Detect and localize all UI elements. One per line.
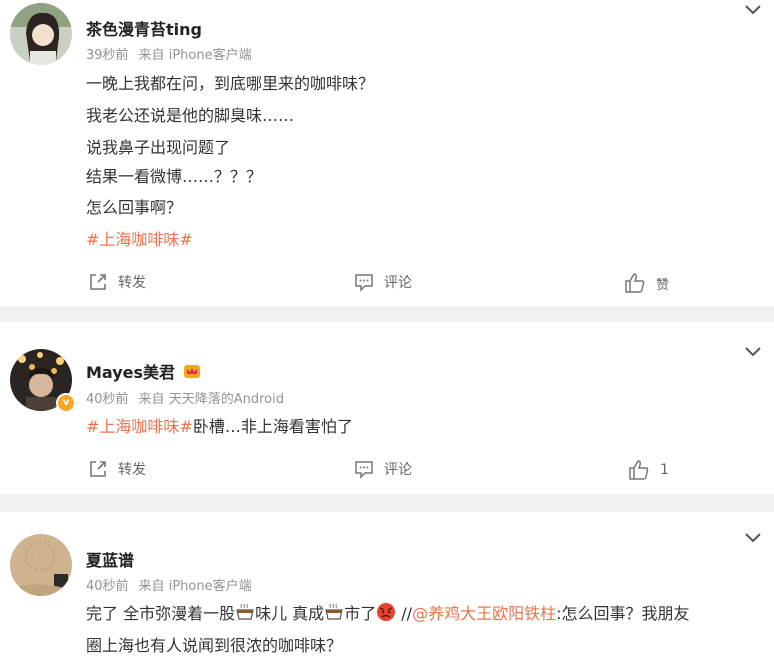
timestamp: 39秒前 [86, 48, 129, 63]
comment-label: 评论 [384, 462, 412, 478]
coffee-icon [236, 603, 254, 620]
comment-text-line: 我老公还说是他的脚臭味…… [86, 106, 295, 125]
comment-card: v Mayes美君 40秒前 来自 天天降落的Android #上海咖啡味#卧槽…… [0, 322, 774, 494]
comment-card: 茶色漫青苔ting 39秒前 来自 iPhone客户端 一晚上我都在问，到底哪里来… [0, 0, 774, 306]
forward-button[interactable]: 转发 [88, 459, 146, 479]
like-icon [629, 460, 649, 480]
comment-button[interactable]: 评论 [354, 459, 412, 479]
like-icon [625, 273, 645, 293]
angry-face-icon [377, 603, 396, 621]
verified-badge-icon: v [56, 393, 76, 413]
comment-text: 味儿 真成 [255, 604, 325, 623]
comment-text: 市了 [344, 604, 377, 623]
comment-meta: 40秒前 来自 天天降落的Android [86, 388, 284, 407]
username[interactable]: 茶色漫青苔ting [86, 16, 202, 40]
device-label: 天天降落的Android [168, 392, 284, 407]
comment-text-line: 结果一看微博……？？？ [86, 167, 263, 186]
comment-text-line: 完了 全市弥漫着一股 味儿 真成 市了 //@养鸡大王欧阳铁柱:怎么回事？我朋友 [86, 600, 690, 624]
chevron-down-icon[interactable] [744, 532, 762, 544]
timestamp: 40秒前 [86, 392, 129, 407]
hashtag-link[interactable]: #上海咖啡味# [86, 226, 193, 250]
source-prefix: 来自 [138, 392, 165, 407]
comment-card: 夏蓝谱 40秒前 来自 iPhone客户端 完了 全市弥漫着一股 味儿 真成 市了 /… [0, 512, 774, 659]
comment-text-line: #上海咖啡味#卧槽…非上海看害怕了 [86, 413, 353, 437]
comment-text-line: 说我鼻子出现问题了 [86, 138, 231, 157]
comment-meta: 39秒前 来自 iPhone客户端 [86, 44, 252, 63]
forward-label: 转发 [118, 462, 146, 478]
comment-meta: 40秒前 来自 iPhone客户端 [86, 575, 252, 594]
forward-icon [90, 461, 106, 477]
comment-text-line: 一晚上我都在问，到底哪里来的咖啡味？ [86, 74, 375, 93]
comment-icon [355, 274, 373, 292]
forward-icon [90, 274, 106, 290]
like-count: 1 [660, 462, 669, 478]
comment-text-line: 圈上海也有人说闻到很浓的咖啡味？ [86, 636, 343, 655]
crown-icon [183, 365, 200, 378]
hashtag-link[interactable]: #上海咖啡味# [86, 417, 193, 436]
device-label: iPhone客户端 [168, 579, 252, 594]
forward-label: 转发 [118, 275, 146, 291]
source-prefix: 来自 [138, 579, 165, 594]
comment-label: 评论 [384, 275, 412, 291]
username-text: Mayes美君 [86, 363, 176, 382]
timestamp: 40秒前 [86, 579, 129, 594]
comment-text-line: 怎么回事啊？ [86, 198, 183, 217]
comment-icon [355, 461, 373, 479]
comment-text: 完了 全市弥漫着一股 [86, 604, 236, 623]
like-button[interactable]: 赞 [624, 272, 669, 294]
username[interactable]: Mayes美君 [86, 359, 201, 383]
comment-text: :怎么回事？我朋友 [556, 604, 690, 623]
comment-text: 卧槽…非上海看害怕了 [192, 417, 353, 436]
mention-link[interactable]: @养鸡大王欧阳铁柱 [412, 604, 556, 623]
avatar[interactable] [10, 534, 72, 596]
like-label: 赞 [656, 277, 670, 293]
source-prefix: 来自 [138, 48, 165, 63]
comment-text: // [396, 604, 413, 623]
chevron-down-icon[interactable] [744, 4, 762, 16]
forward-button[interactable]: 转发 [88, 272, 146, 292]
username[interactable]: 夏蓝谱 [86, 547, 134, 571]
chevron-down-icon[interactable] [744, 346, 762, 358]
avatar[interactable] [10, 3, 72, 65]
coffee-icon [325, 603, 343, 620]
comment-button[interactable]: 评论 [354, 272, 412, 292]
like-button[interactable]: 1 [628, 459, 669, 481]
device-label: iPhone客户端 [168, 48, 252, 63]
